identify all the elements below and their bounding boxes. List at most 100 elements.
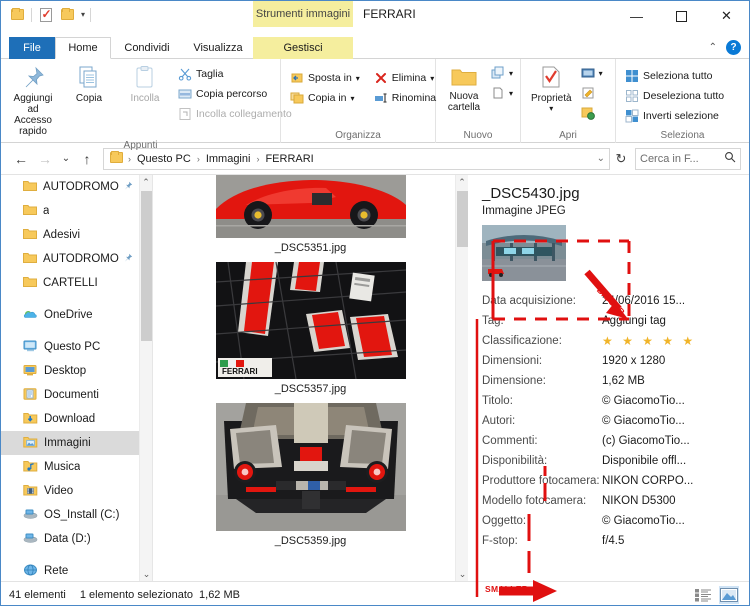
properties-icon[interactable] xyxy=(37,6,54,23)
tab-file[interactable]: File xyxy=(9,37,55,59)
details-property-value[interactable]: © GiacomoTio... xyxy=(602,395,685,407)
edit-button[interactable] xyxy=(578,84,606,102)
chevron-down-icon[interactable]: ▾ xyxy=(356,74,360,83)
large-icons-view-icon[interactable] xyxy=(719,586,739,604)
sidebar-item-video[interactable]: Video xyxy=(1,479,152,503)
sidebar-item-desktop[interactable]: Desktop xyxy=(1,359,152,383)
file-list-scrollbar[interactable]: ⌃ ⌄ xyxy=(455,175,468,581)
sidebar-item-musica[interactable]: Musica xyxy=(1,455,152,479)
collapse-ribbon-icon[interactable]: ⌃ xyxy=(709,42,717,53)
details-property-row[interactable]: Autori: © GiacomoTio... xyxy=(482,411,749,431)
scroll-down-icon[interactable]: ⌄ xyxy=(140,567,152,581)
tab-visualizza[interactable]: Visualizza xyxy=(183,37,253,59)
details-property-value[interactable]: © GiacomoTio... xyxy=(602,515,685,527)
chevron-down-icon[interactable]: ▾ xyxy=(509,69,513,78)
select-none-button[interactable]: Deseleziona tutto xyxy=(622,87,727,105)
sidebar-item-documenti[interactable]: Documenti xyxy=(1,383,152,407)
sidebar-item-immagini[interactable]: Immagini xyxy=(1,431,152,455)
details-property-row[interactable]: Tag: Aggiungi tag xyxy=(482,311,749,331)
sidebar-item-a[interactable]: a xyxy=(1,199,152,223)
details-property-value[interactable]: Disponibile offl... xyxy=(602,455,686,467)
sidebar-item-questo-pc[interactable]: Questo PC xyxy=(1,335,152,359)
sidebar-item-download[interactable]: Download xyxy=(1,407,152,431)
scroll-down-icon[interactable]: ⌄ xyxy=(456,567,468,581)
sidebar-item-os-install-c[interactable]: OS_Install (C:) xyxy=(1,503,152,527)
sidebar-item-autodromo[interactable]: AUTODROMO xyxy=(1,175,152,199)
paste-button[interactable]: Incolla xyxy=(119,63,171,106)
details-property-row[interactable]: Produttore fotocamera: NIKON CORPO... xyxy=(482,471,749,491)
tab-gestisci[interactable]: Gestisci xyxy=(253,37,353,59)
details-property-value[interactable]: 1,62 MB xyxy=(602,375,645,387)
move-to-button[interactable]: Sposta in ▾ xyxy=(287,69,363,87)
properties-button[interactable]: Proprietà ▾ xyxy=(527,63,576,115)
folder-icon[interactable] xyxy=(9,6,26,23)
paste-shortcut-button[interactable]: Incolla collegamento xyxy=(175,105,295,123)
scroll-up-icon[interactable]: ⌃ xyxy=(456,175,468,189)
breadcrumb-item-immagini[interactable]: Immagini xyxy=(203,152,254,166)
maximize-button[interactable] xyxy=(659,1,704,31)
details-property-row[interactable]: Titolo: © GiacomoTio... xyxy=(482,391,749,411)
details-property-row[interactable]: Dimensioni: 1920 x 1280 xyxy=(482,351,749,371)
tab-condividi[interactable]: Condividi xyxy=(113,37,181,59)
details-property-value[interactable]: 1920 x 1280 xyxy=(602,355,665,367)
copy-to-button[interactable]: Copia in ▾ xyxy=(287,89,363,107)
breadcrumb-item-ferrari[interactable]: FERRARI xyxy=(262,152,316,166)
chevron-down-icon[interactable]: ▾ xyxy=(599,69,603,78)
sidebar-item-adesivi[interactable]: Adesivi xyxy=(1,223,152,247)
scrollbar-thumb[interactable] xyxy=(457,191,468,247)
details-property-value[interactable]: Aggiungi tag xyxy=(602,315,666,327)
folder-icon[interactable] xyxy=(59,6,76,23)
details-property-row[interactable]: Oggetto: © GiacomoTio... xyxy=(482,511,749,531)
file-list[interactable]: _DSC5351.jpg FERRARI _DSC5357.jpg _DSC53… xyxy=(153,175,468,581)
pin-to-quick-access-button[interactable]: Aggiungi ad Accesso rapido xyxy=(7,63,59,139)
list-item[interactable]: _DSC5359.jpg xyxy=(153,403,468,555)
rating-stars[interactable]: ★ ★ ★ ★ ★ xyxy=(602,334,696,348)
close-button[interactable]: ✕ xyxy=(704,1,749,31)
chevron-down-icon[interactable]: ▾ xyxy=(509,89,513,98)
cut-button[interactable]: Taglia xyxy=(175,65,295,83)
refresh-button[interactable]: ↻ xyxy=(610,148,632,170)
invert-selection-button[interactable]: Inverti selezione xyxy=(622,107,727,125)
sidebar-item-onedrive[interactable]: OneDrive xyxy=(1,303,152,327)
sidebar-item-cartelli[interactable]: CARTELLI xyxy=(1,271,152,295)
tab-home[interactable]: Home xyxy=(55,37,111,59)
details-view-icon[interactable] xyxy=(693,586,713,604)
copy-button[interactable]: Copia xyxy=(63,63,115,106)
details-property-row[interactable]: Dimensione: 1,62 MB xyxy=(482,371,749,391)
chevron-down-icon[interactable]: ▾ xyxy=(430,74,434,83)
new-item-button[interactable]: ▾ xyxy=(488,64,516,82)
sidebar-item-autodromo[interactable]: AUTODROMO xyxy=(1,247,152,271)
help-icon[interactable]: ? xyxy=(726,40,741,55)
breadcrumb-item-questo-pc[interactable]: Questo PC xyxy=(134,152,194,166)
delete-button[interactable]: Elimina ▾ xyxy=(371,69,439,87)
scrollbar-thumb[interactable] xyxy=(141,191,152,341)
sidebar-item-data-d[interactable]: Data (D:) xyxy=(1,527,152,551)
details-property-row[interactable]: Commenti: (c) GiacomoTio... xyxy=(482,431,749,451)
minimize-button[interactable]: — xyxy=(614,1,659,31)
chevron-down-icon[interactable]: ▾ xyxy=(81,10,85,19)
sidebar-scrollbar[interactable]: ⌃ ⌄ xyxy=(139,175,152,581)
details-property-value[interactable]: f/4.5 xyxy=(602,535,624,547)
easy-access-button[interactable]: ▾ xyxy=(488,84,516,102)
details-property-value[interactable]: © GiacomoTio... xyxy=(602,415,685,427)
chevron-down-icon[interactable]: ⌄ xyxy=(597,153,605,164)
new-folder-button[interactable]: Nuova cartella xyxy=(442,63,486,115)
sidebar-item-rete[interactable]: Rete xyxy=(1,559,152,581)
list-item[interactable]: _DSC5351.jpg xyxy=(153,175,468,262)
details-property-row[interactable]: Modello fotocamera: NIKON D5300 xyxy=(482,491,749,511)
select-all-button[interactable]: Seleziona tutto xyxy=(622,67,727,85)
copy-path-button[interactable]: Copia percorso xyxy=(175,85,295,103)
history-button[interactable] xyxy=(578,104,606,122)
chevron-down-icon[interactable]: ▾ xyxy=(549,104,553,113)
rename-button[interactable]: Rinomina xyxy=(371,89,439,107)
list-item[interactable]: FERRARI _DSC5357.jpg xyxy=(153,262,468,403)
search-icon[interactable] xyxy=(724,151,736,166)
scroll-up-icon[interactable]: ⌃ xyxy=(140,175,152,189)
details-property-row[interactable]: Classificazione: ★ ★ ★ ★ ★ xyxy=(482,331,749,351)
details-property-row[interactable]: F-stop: f/4.5 xyxy=(482,531,749,551)
details-property-value[interactable]: NIKON CORPO... xyxy=(602,475,693,487)
details-property-value[interactable]: NIKON D5300 xyxy=(602,495,676,507)
chevron-down-icon[interactable]: ▾ xyxy=(351,94,355,103)
open-button[interactable]: ▾ xyxy=(578,64,606,82)
details-property-row[interactable]: Disponibilità: Disponibile offl... xyxy=(482,451,749,471)
